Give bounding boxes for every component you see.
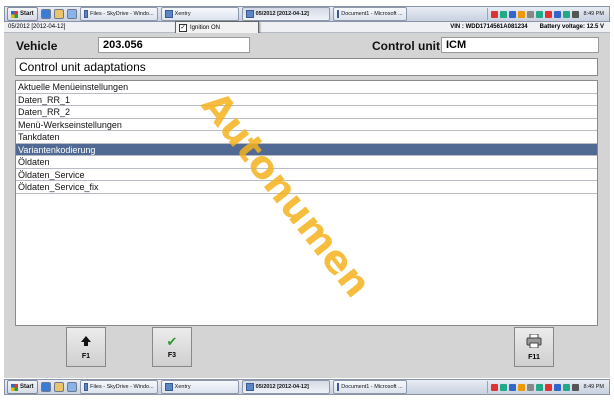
control-unit-value: ICM xyxy=(441,37,599,53)
window-icon xyxy=(164,10,173,18)
task-document1[interactable]: Document1 - Microsoft ... xyxy=(332,7,407,21)
printer-icon xyxy=(526,333,542,350)
task-xentry[interactable]: Xentry xyxy=(160,380,239,394)
tray-icon[interactable] xyxy=(508,383,516,391)
tray-icon[interactable] xyxy=(535,383,543,391)
tray-icon[interactable] xyxy=(553,383,561,391)
f1-back-button[interactable]: F1 xyxy=(66,327,106,367)
volume-icon[interactable] xyxy=(571,10,579,18)
arrow-up-icon xyxy=(80,335,92,349)
system-tray: 8:49 PM xyxy=(486,381,607,393)
list-item[interactable]: Öldaten_Service_fix xyxy=(16,181,597,194)
window-icon xyxy=(245,383,254,391)
tray-icon[interactable] xyxy=(508,10,516,18)
vehicle-label: Vehicle xyxy=(16,39,58,53)
battery-voltage-text: Battery voltage: 12.5 V xyxy=(539,24,604,30)
tray-icon[interactable] xyxy=(517,10,525,18)
list-item[interactable]: Öldaten xyxy=(16,156,597,169)
clock[interactable]: 8:49 PM xyxy=(584,11,604,17)
list-item[interactable]: Aktuelle Menüeinstellungen xyxy=(16,81,597,94)
f3-confirm-button[interactable]: ✔ F3 xyxy=(152,327,192,367)
taskbar-top: Start Files - SkyDrive - Windo... Xentry… xyxy=(4,6,610,22)
list-item[interactable]: Daten_RR_2 xyxy=(16,106,597,119)
show-desktop-icon[interactable] xyxy=(66,382,77,392)
windows-logo-icon xyxy=(11,383,18,391)
windows-logo-icon xyxy=(11,10,18,18)
tray-icon[interactable] xyxy=(517,383,525,391)
tray-icon[interactable] xyxy=(544,383,552,391)
page-title: Control unit adaptations xyxy=(15,58,598,76)
list-item[interactable]: Menü-Werkseinstellungen xyxy=(16,119,597,131)
show-desktop-icon[interactable] xyxy=(66,9,77,19)
window-icon xyxy=(164,383,173,391)
list-item[interactable]: Variantenkodierung xyxy=(16,143,597,156)
main-panel: Vehicle 203.056 Control unit ICM Control… xyxy=(4,33,610,378)
start-button[interactable]: Start xyxy=(7,7,38,21)
f11-print-button[interactable]: F11 xyxy=(514,327,554,367)
task-skydrive[interactable]: Files - SkyDrive - Windo... xyxy=(79,7,158,21)
folder-icon[interactable] xyxy=(53,382,64,392)
ie-icon[interactable] xyxy=(40,382,51,392)
header-row: Vehicle 203.056 Control unit ICM xyxy=(4,36,610,54)
ignition-label: Ignition ON xyxy=(190,25,221,31)
folder-icon[interactable] xyxy=(53,9,64,19)
word-icon xyxy=(336,10,340,18)
version-text: 05/2012 [2012-04-12] xyxy=(8,24,66,30)
control-unit-label: Control unit xyxy=(372,39,440,53)
window-icon xyxy=(83,10,89,18)
tray-icon[interactable] xyxy=(526,10,534,18)
tray-icon[interactable] xyxy=(562,383,570,391)
word-icon xyxy=(336,383,340,391)
list-item[interactable]: Tankdaten xyxy=(16,131,597,144)
ie-icon[interactable] xyxy=(40,9,51,19)
checkbox-icon[interactable]: ✓ xyxy=(179,24,187,32)
tray-icon[interactable] xyxy=(535,10,543,18)
task-xentry[interactable]: Xentry xyxy=(160,7,239,21)
adaptation-list: Aktuelle Menüeinstellungen Daten_RR_1 Da… xyxy=(15,80,598,326)
system-tray: 8:49 PM xyxy=(486,8,607,20)
task-document1[interactable]: Document1 - Microsoft ... xyxy=(332,380,407,394)
start-button[interactable]: Start xyxy=(7,380,38,394)
task-xentry-version[interactable]: 05/2012 [2012-04-12] xyxy=(241,380,330,394)
vehicle-value: 203.056 xyxy=(98,37,250,53)
tray-icon[interactable] xyxy=(526,383,534,391)
list-item[interactable]: Daten_RR_1 xyxy=(16,94,597,106)
vin-text: VIN : WDD1714561A081234 xyxy=(450,24,528,30)
window-icon xyxy=(83,383,89,391)
clock[interactable]: 8:49 PM xyxy=(584,384,604,390)
tray-icon[interactable] xyxy=(490,10,498,18)
task-skydrive[interactable]: Files - SkyDrive - Windo... xyxy=(79,380,158,394)
taskbar-bottom: Start Files - SkyDrive - Windo... Xentry… xyxy=(4,379,610,395)
tray-icon[interactable] xyxy=(553,10,561,18)
tray-icon[interactable] xyxy=(562,10,570,18)
tray-icon[interactable] xyxy=(544,10,552,18)
tray-icon[interactable] xyxy=(490,383,498,391)
volume-icon[interactable] xyxy=(571,383,579,391)
task-xentry-version[interactable]: 05/2012 [2012-04-12] xyxy=(241,7,330,21)
window-icon xyxy=(245,10,254,18)
tray-icon[interactable] xyxy=(499,10,507,18)
list-item[interactable]: Öldaten_Service xyxy=(16,169,597,181)
tray-icon[interactable] xyxy=(499,383,507,391)
status-bar: 05/2012 [2012-04-12] VIN : WDD1714561A08… xyxy=(4,22,610,33)
checkmark-icon: ✔ xyxy=(166,334,178,349)
